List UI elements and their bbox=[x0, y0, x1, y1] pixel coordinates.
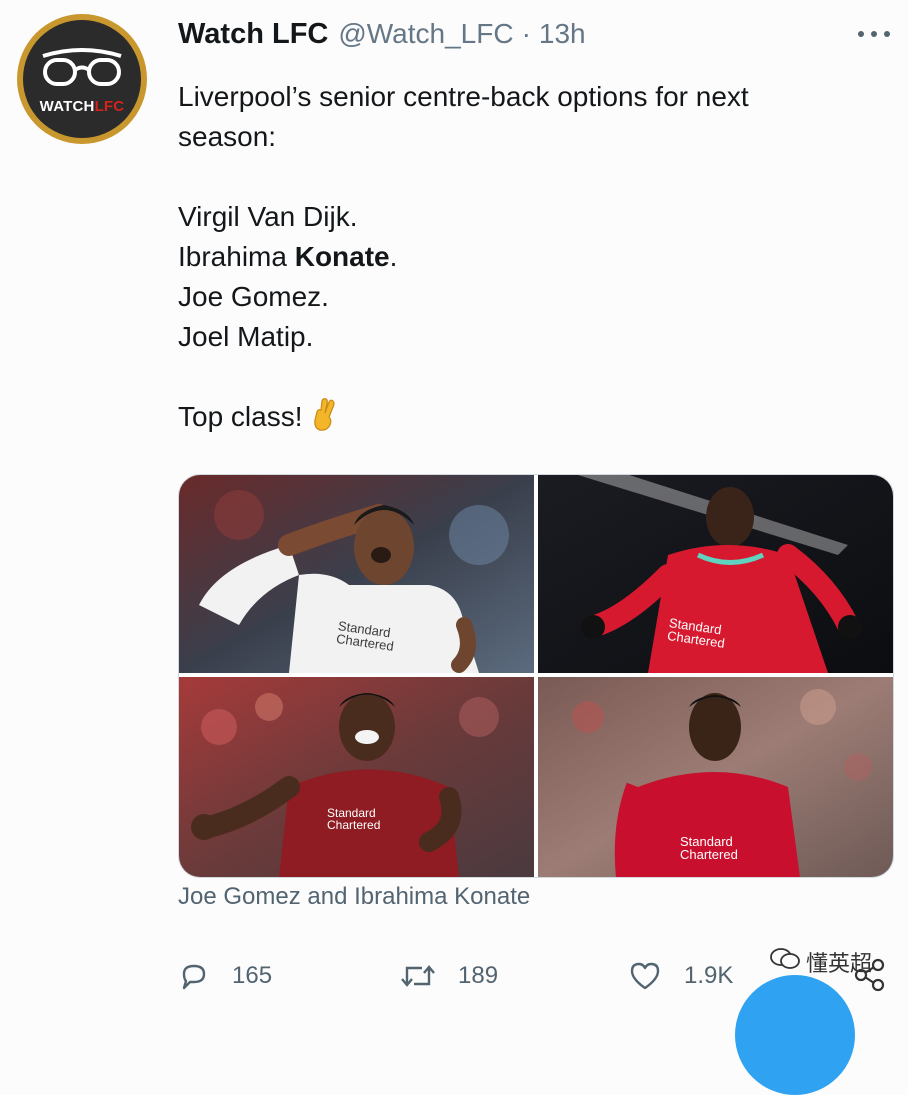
closing-line: Top class! bbox=[178, 397, 878, 443]
share-icon bbox=[854, 958, 885, 992]
retweet-button[interactable]: 189 bbox=[400, 955, 498, 997]
konate-photo[interactable]: Standard Chartered bbox=[538, 475, 893, 673]
player-line: Virgil Van Dijk. bbox=[178, 201, 358, 232]
media-caption: Joe Gomez and Ibrahima Konate bbox=[178, 883, 531, 910]
tweet-line: season: bbox=[178, 121, 277, 152]
retweet-count: 189 bbox=[458, 962, 499, 989]
media-grid[interactable]: Standard Chartered Standard Chartered St… bbox=[178, 474, 894, 878]
like-count: 1.9K bbox=[684, 962, 734, 989]
player-line: Joe Gomez. bbox=[178, 281, 329, 312]
player-line: Ibrahima Konate. bbox=[178, 241, 398, 272]
avatar-wordmark: WATCHLFC bbox=[39, 98, 125, 115]
more-dot bbox=[884, 31, 890, 37]
more-options-icon[interactable] bbox=[858, 28, 890, 40]
tweet-line: Liverpool’s senior centre-back options f… bbox=[178, 81, 749, 112]
like-button[interactable]: 1.9K bbox=[628, 955, 733, 997]
compose-button[interactable] bbox=[735, 975, 855, 1095]
sponsor-logo: Standard Chartered bbox=[327, 806, 381, 832]
avatar[interactable]: WATCHLFC bbox=[17, 14, 147, 144]
reply-button[interactable]: 165 bbox=[178, 955, 272, 997]
gomez-photo[interactable]: Standard Chartered bbox=[179, 677, 534, 877]
share-button[interactable] bbox=[852, 957, 888, 998]
tweet-header: Watch LFC @Watch_LFC · 13h bbox=[178, 14, 586, 54]
more-dot bbox=[871, 31, 877, 37]
chat-bubble-icon bbox=[770, 946, 800, 978]
display-name[interactable]: Watch LFC bbox=[178, 18, 328, 51]
reply-icon bbox=[182, 964, 206, 990]
crossed-fingers-icon bbox=[311, 398, 337, 443]
matip-photo[interactable]: Standard Chartered bbox=[538, 677, 893, 877]
van-dijk-photo[interactable]: Standard Chartered bbox=[179, 475, 534, 673]
separator-dot: · bbox=[521, 18, 531, 49]
player-line: Joel Matip. bbox=[178, 321, 314, 352]
sponsor-logo: Standard Chartered bbox=[680, 834, 738, 862]
more-dot bbox=[858, 31, 864, 37]
heart-icon bbox=[630, 962, 660, 990]
tweet-body: Liverpool’s senior centre-back options f… bbox=[178, 77, 878, 443]
timestamp[interactable]: 13h bbox=[539, 18, 586, 50]
reply-count: 165 bbox=[232, 962, 273, 989]
glasses-icon bbox=[42, 48, 122, 86]
avatar-logo: WATCHLFC bbox=[23, 20, 141, 138]
user-handle[interactable]: @Watch_LFC bbox=[338, 18, 513, 50]
highlighted-name: Konate bbox=[294, 241, 390, 272]
retweet-icon bbox=[401, 965, 435, 987]
